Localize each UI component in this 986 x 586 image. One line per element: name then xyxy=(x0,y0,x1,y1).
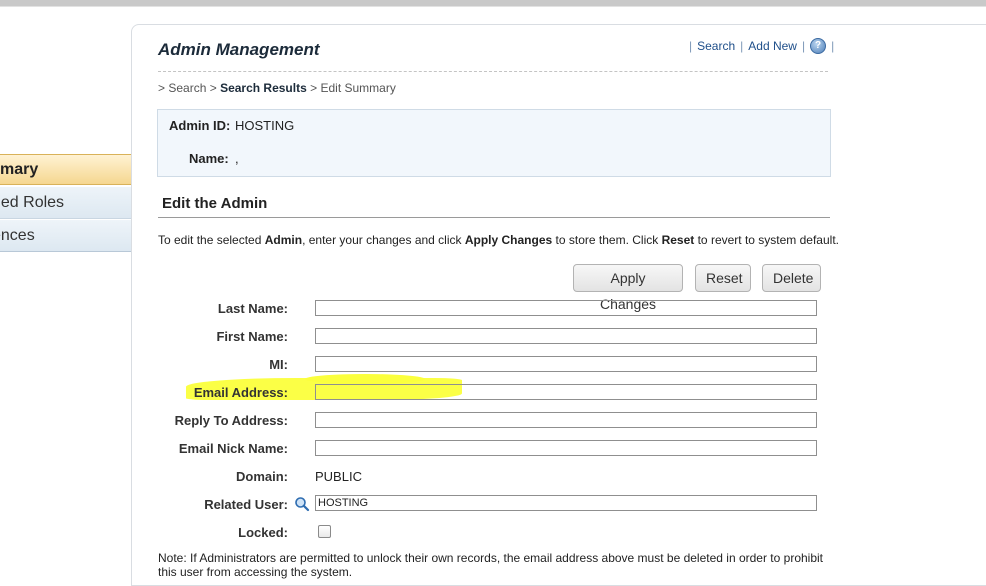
link-separator: | xyxy=(689,39,693,53)
breadcrumb-prefix: > xyxy=(158,81,169,95)
instr-text: To edit the selected xyxy=(158,233,265,247)
first-name-field[interactable] xyxy=(315,328,817,344)
apply-changes-button[interactable]: Apply Changes xyxy=(573,264,683,312)
link-separator: | xyxy=(740,39,744,53)
left-nav: mary ned Roles ences xyxy=(0,0,146,574)
nick-name-field[interactable] xyxy=(315,440,817,456)
locked-checkbox[interactable] xyxy=(318,525,331,538)
breadcrumb-search[interactable]: Search xyxy=(168,81,206,95)
instr-admin: Admin xyxy=(264,233,303,247)
instr-apply: Apply Changes xyxy=(464,233,553,247)
help-icon[interactable]: ? xyxy=(810,38,827,54)
email-label: Email Address: xyxy=(193,385,288,400)
admin-id-label: Admin ID: xyxy=(169,118,231,133)
nav-item-label: mary xyxy=(0,161,39,178)
nav-item-preferences[interactable]: ences xyxy=(0,220,131,252)
link-separator: | xyxy=(831,39,835,53)
breadcrumb-search-results[interactable]: Search Results xyxy=(220,81,307,95)
last-name-label: Last Name: xyxy=(217,301,288,316)
reply-to-field[interactable] xyxy=(315,412,817,428)
instr-text: to store them. Click xyxy=(552,233,662,247)
breadcrumb-sep: > xyxy=(206,81,221,95)
link-separator: | xyxy=(801,39,806,53)
breadcrumb-sep: > xyxy=(306,81,321,95)
mi-field[interactable] xyxy=(315,356,817,372)
section-title: Edit the Admin xyxy=(162,195,268,212)
related-user-label: Related User: xyxy=(204,497,288,512)
locked-label: Locked: xyxy=(238,525,288,540)
admin-id-value: HOSTING xyxy=(235,118,295,133)
email-field[interactable] xyxy=(315,384,817,400)
last-name-field[interactable] xyxy=(315,300,817,316)
instr-text: , enter your changes and click xyxy=(302,233,465,247)
instr-text: to revert to system default. xyxy=(694,233,839,247)
admin-summary-box: Admin ID: HOSTING Name: , xyxy=(157,109,831,177)
breadcrumb-current: Edit Summary xyxy=(320,81,396,95)
reset-button[interactable]: Reset xyxy=(695,264,751,292)
first-name-label: First Name: xyxy=(216,329,288,344)
domain-label: Domain: xyxy=(236,469,288,484)
instructions: To edit the selected Admin, enter your c… xyxy=(158,233,839,247)
mi-label: MI: xyxy=(269,357,288,372)
name-label: Name: xyxy=(189,151,229,166)
domain-value: PUBLIC xyxy=(315,469,362,484)
nav-item-summary[interactable]: mary xyxy=(0,154,146,186)
page-title: Admin Management xyxy=(158,40,320,59)
header-divider xyxy=(158,71,828,72)
section-rule xyxy=(158,217,830,218)
reply-to-label: Reply To Address: xyxy=(174,413,288,428)
name-value: , xyxy=(235,151,239,166)
note-text: Note: If Administrators are permitted to… xyxy=(158,551,824,579)
yellow-highlight-mark xyxy=(305,374,425,384)
header-links: | Search | Add New | ? | xyxy=(684,38,839,54)
nick-name-label: Email Nick Name: xyxy=(178,441,288,456)
nav-item-label: ences xyxy=(0,227,35,244)
breadcrumb: > Search > Search Results > Edit Summary xyxy=(158,81,396,95)
window-top-rule xyxy=(0,6,986,7)
nav-item-label: ned Roles xyxy=(0,194,65,211)
add-new-link[interactable]: Add New xyxy=(748,39,797,53)
instr-reset: Reset xyxy=(661,233,695,247)
delete-button[interactable]: Delete xyxy=(762,264,821,292)
nav-item-assigned-roles[interactable]: ned Roles xyxy=(0,187,131,219)
search-link[interactable]: Search xyxy=(697,39,735,53)
related-user-field[interactable] xyxy=(315,495,817,511)
search-icon[interactable] xyxy=(294,496,310,512)
